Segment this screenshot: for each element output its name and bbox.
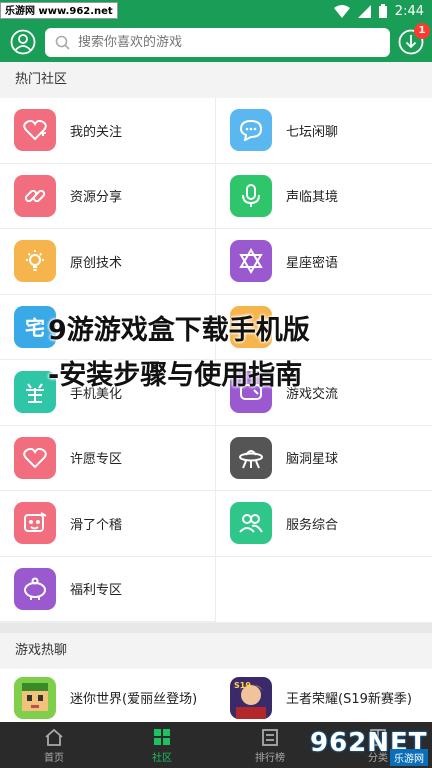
community-item-chat[interactable]: 七坛闲聊	[216, 98, 432, 164]
honor-of-kings-icon: S19	[230, 676, 272, 719]
overlay-title-line1: 9游游戏盒下载手机版	[48, 315, 310, 346]
status-icons: 2:44	[333, 0, 424, 22]
overlay-title-line2: -安装步骤与使用指南	[48, 360, 303, 391]
community-item-label: 许愿专区	[70, 452, 123, 468]
signal-icon	[357, 4, 371, 18]
community-item-service[interactable]: 服务综合	[216, 491, 432, 557]
community-item-follow[interactable]: 我的关注	[0, 98, 216, 164]
community-item-horoscope[interactable]: 星座密语	[216, 229, 432, 295]
top-header: 1	[0, 22, 432, 62]
community-item-voice[interactable]: 声临其境	[216, 164, 432, 229]
piggy-bank-icon	[14, 567, 56, 610]
wifi-icon	[333, 4, 350, 18]
home-icon	[45, 728, 63, 746]
site-logo-watermark: 962NET 乐游网	[310, 724, 430, 768]
game-item-label: 迷你世界(爱丽丝登场)	[70, 692, 198, 707]
mini-world-icon	[14, 676, 56, 719]
lightbulb-icon	[14, 240, 56, 283]
download-badge: 1	[414, 23, 430, 39]
battery-icon	[378, 4, 387, 18]
tab-label: 社区	[152, 752, 172, 764]
microphone-icon	[230, 174, 272, 217]
community-item-resources[interactable]: 资源分享	[0, 163, 216, 229]
community-item-label: 福利专区	[70, 583, 123, 599]
service-people-icon	[230, 502, 272, 545]
overlay-title: 9游游戏盒下载手机版 -安装步骤与使用指南	[48, 308, 408, 398]
section-title-games: 游戏热聊	[0, 633, 432, 669]
game-list: 迷你世界(爱丽丝登场) S19 王者荣耀(S19新赛季)	[0, 669, 432, 726]
community-item-wishes[interactable]: 许愿专区	[0, 425, 216, 491]
community-item-welfare[interactable]: 福利专区	[0, 556, 216, 622]
tab-ranking[interactable]: 排行榜	[216, 722, 324, 768]
community-item-label: 我的关注	[70, 124, 123, 140]
search-input[interactable]	[78, 35, 368, 50]
community-item-label: 滑了个稽	[70, 517, 123, 533]
community-item-label: 服务综合	[286, 517, 339, 533]
search-bar[interactable]	[45, 28, 390, 57]
user-avatar-icon[interactable]	[10, 29, 36, 55]
community-item-original-tech[interactable]: 原创技术	[0, 229, 216, 295]
clock: 2:44	[394, 3, 424, 19]
heart-outline-icon	[14, 436, 56, 479]
community-item-brainstorm[interactable]: 脑洞星球	[216, 426, 432, 491]
site-watermark: 乐游网 www.962.net	[0, 2, 118, 19]
tab-label: 排行榜	[255, 752, 285, 764]
chat-bubble-icon	[230, 109, 272, 152]
tab-home[interactable]: 首页	[0, 722, 108, 768]
game-item-mini-world[interactable]: 迷你世界(爱丽丝登场)	[0, 669, 216, 726]
tab-label: 首页	[44, 752, 64, 764]
heart-plus-icon	[14, 109, 56, 152]
community-item-label: 声临其境	[286, 190, 339, 206]
section-divider	[0, 623, 432, 633]
watermark-subtitle: 乐游网	[390, 749, 428, 766]
community-item-label: 脑洞星球	[286, 452, 339, 468]
funny-face-icon	[14, 502, 56, 545]
section-title-hot: 热门社区	[0, 62, 432, 98]
otaku-icon-glyph: 宅	[25, 316, 45, 341]
star-of-david-icon	[230, 240, 272, 283]
game-item-label: 王者荣耀(S19新赛季)	[286, 692, 412, 707]
community-item-label: 资源分享	[70, 190, 123, 206]
community-item-label: 原创技术	[70, 255, 123, 271]
status-bar: 乐游网 www.962.net 2:44	[0, 0, 432, 22]
link-icon	[14, 174, 56, 217]
community-item-empty	[216, 557, 432, 623]
tab-community[interactable]: 社区	[108, 722, 216, 768]
community-item-label: 星座密语	[286, 255, 339, 271]
community-item-label: 七坛闲聊	[286, 124, 339, 140]
svg-text:S19: S19	[234, 681, 251, 690]
ranking-icon	[262, 728, 278, 746]
ufo-icon	[230, 436, 272, 479]
grid-icon	[154, 728, 170, 745]
community-item-funny[interactable]: 滑了个稽	[0, 491, 216, 557]
search-icon	[55, 35, 70, 50]
game-item-honor-of-kings[interactable]: S19 王者荣耀(S19新赛季)	[216, 669, 432, 726]
